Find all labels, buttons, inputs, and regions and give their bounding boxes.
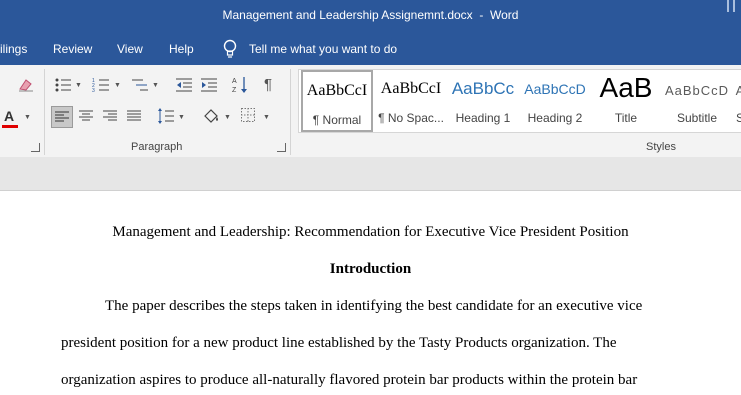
ribbon-home: A ▼ ▼ 1 2 3 ▼ ▼ A Z ¶ ▼ ▼ ▼ Paragraph Aa…	[0, 65, 741, 158]
style-sample: AaB	[599, 72, 653, 103]
style-sample: AaBbCcD	[664, 83, 730, 98]
svg-text:A: A	[232, 78, 237, 85]
paragraph-line: The paper describes the steps taken in i…	[105, 298, 643, 314]
group-divider	[44, 69, 45, 155]
style-name: ¶ Normal	[312, 113, 362, 127]
document-page[interactable]: Management and Leadership: Recommendatio…	[0, 191, 741, 395]
font-dialog-launcher-icon[interactable]	[31, 143, 40, 152]
style-sample: A	[735, 83, 741, 98]
decrease-indent-icon[interactable]	[175, 77, 193, 93]
borders-icon[interactable]	[240, 107, 256, 123]
chevron-down-icon[interactable]: ▼	[263, 114, 270, 121]
style-name: Heading 2	[527, 111, 583, 125]
paragraph-line: organization aspires to produce all-natu…	[61, 372, 638, 388]
styles-gallery: AaBbCcI ¶ Normal AaBbCcI ¶ No Spac... Aa…	[298, 69, 741, 133]
style-heading-2[interactable]: AaBbCcD Heading 2	[519, 70, 591, 132]
chevron-down-icon[interactable]: ▼	[114, 82, 121, 89]
tell-me-search[interactable]: Tell me what you want to do	[249, 42, 397, 56]
align-right-icon[interactable]	[102, 109, 118, 123]
align-center-icon[interactable]	[78, 109, 94, 123]
window-title: Management and Leadership Assignemnt.doc…	[222, 8, 519, 22]
style-name: ¶ No Spac...	[378, 111, 444, 125]
numbering-icon[interactable]: 1 2 3	[92, 77, 110, 93]
style-next-partial[interactable]: A S	[735, 70, 741, 132]
chevron-down-icon[interactable]: ▼	[24, 114, 31, 121]
paragraph-dialog-launcher-icon[interactable]	[277, 143, 286, 152]
style-sample: AaBbCcI	[306, 82, 368, 99]
window-control-icon[interactable]	[727, 0, 735, 12]
title-bar: Management and Leadership Assignemnt.doc…	[0, 0, 741, 33]
style-name: Heading 1	[455, 111, 511, 125]
style-normal[interactable]: AaBbCcI ¶ Normal	[301, 70, 373, 132]
chevron-down-icon[interactable]: ▼	[224, 114, 231, 121]
style-name: Title	[614, 111, 638, 125]
justify-icon[interactable]	[126, 109, 142, 123]
svg-text:3: 3	[92, 88, 95, 93]
style-sample: AaBbCcI	[380, 80, 442, 97]
clear-formatting-icon[interactable]	[17, 77, 35, 93]
document-title: Management and Leadership: Recommendatio…	[112, 224, 629, 240]
chevron-down-icon[interactable]: ▼	[178, 114, 185, 121]
align-left-icon	[55, 111, 69, 122]
shading-icon[interactable]	[201, 107, 221, 125]
bullets-icon[interactable]	[54, 77, 72, 93]
tab-help[interactable]: Help	[169, 42, 194, 56]
style-heading-1[interactable]: AaBbCc Heading 1	[447, 70, 519, 132]
document-gap-bar	[0, 157, 741, 191]
align-left-button[interactable]	[51, 106, 73, 128]
style-sample: AaBbCcD	[524, 81, 586, 97]
style-name: S	[735, 111, 741, 125]
tab-mailings[interactable]: ilings	[0, 42, 27, 56]
multilevel-list-icon[interactable]	[131, 77, 149, 93]
group-divider	[290, 69, 291, 155]
style-subtitle[interactable]: AaBbCcD Subtitle	[661, 70, 733, 132]
ribbon-tabs: ilings Review View Help Tell me what you…	[0, 33, 741, 65]
styles-group-label: Styles	[646, 141, 676, 153]
tab-review[interactable]: Review	[53, 42, 92, 56]
document-heading: Introduction	[329, 261, 412, 277]
paragraph-group-label: Paragraph	[131, 141, 183, 153]
chevron-down-icon[interactable]: ▼	[75, 82, 82, 89]
style-name: Subtitle	[676, 111, 718, 125]
style-sample: AaBbCc	[451, 79, 515, 98]
increase-indent-icon[interactable]	[200, 77, 218, 93]
tab-view[interactable]: View	[117, 42, 143, 56]
sort-icon[interactable]: A Z	[231, 75, 249, 95]
style-title[interactable]: AaB Title	[591, 70, 661, 132]
show-hide-paragraph-icon[interactable]: ¶	[264, 76, 272, 93]
lightbulb-icon[interactable]	[222, 39, 238, 59]
line-spacing-icon[interactable]	[157, 107, 175, 125]
svg-text:Z: Z	[232, 87, 237, 94]
chevron-down-icon[interactable]: ▼	[152, 82, 159, 89]
paragraph-line: president position for a new product lin…	[61, 335, 617, 351]
style-no-spacing[interactable]: AaBbCcI ¶ No Spac...	[375, 70, 447, 132]
font-color-icon[interactable]: A	[2, 108, 20, 130]
